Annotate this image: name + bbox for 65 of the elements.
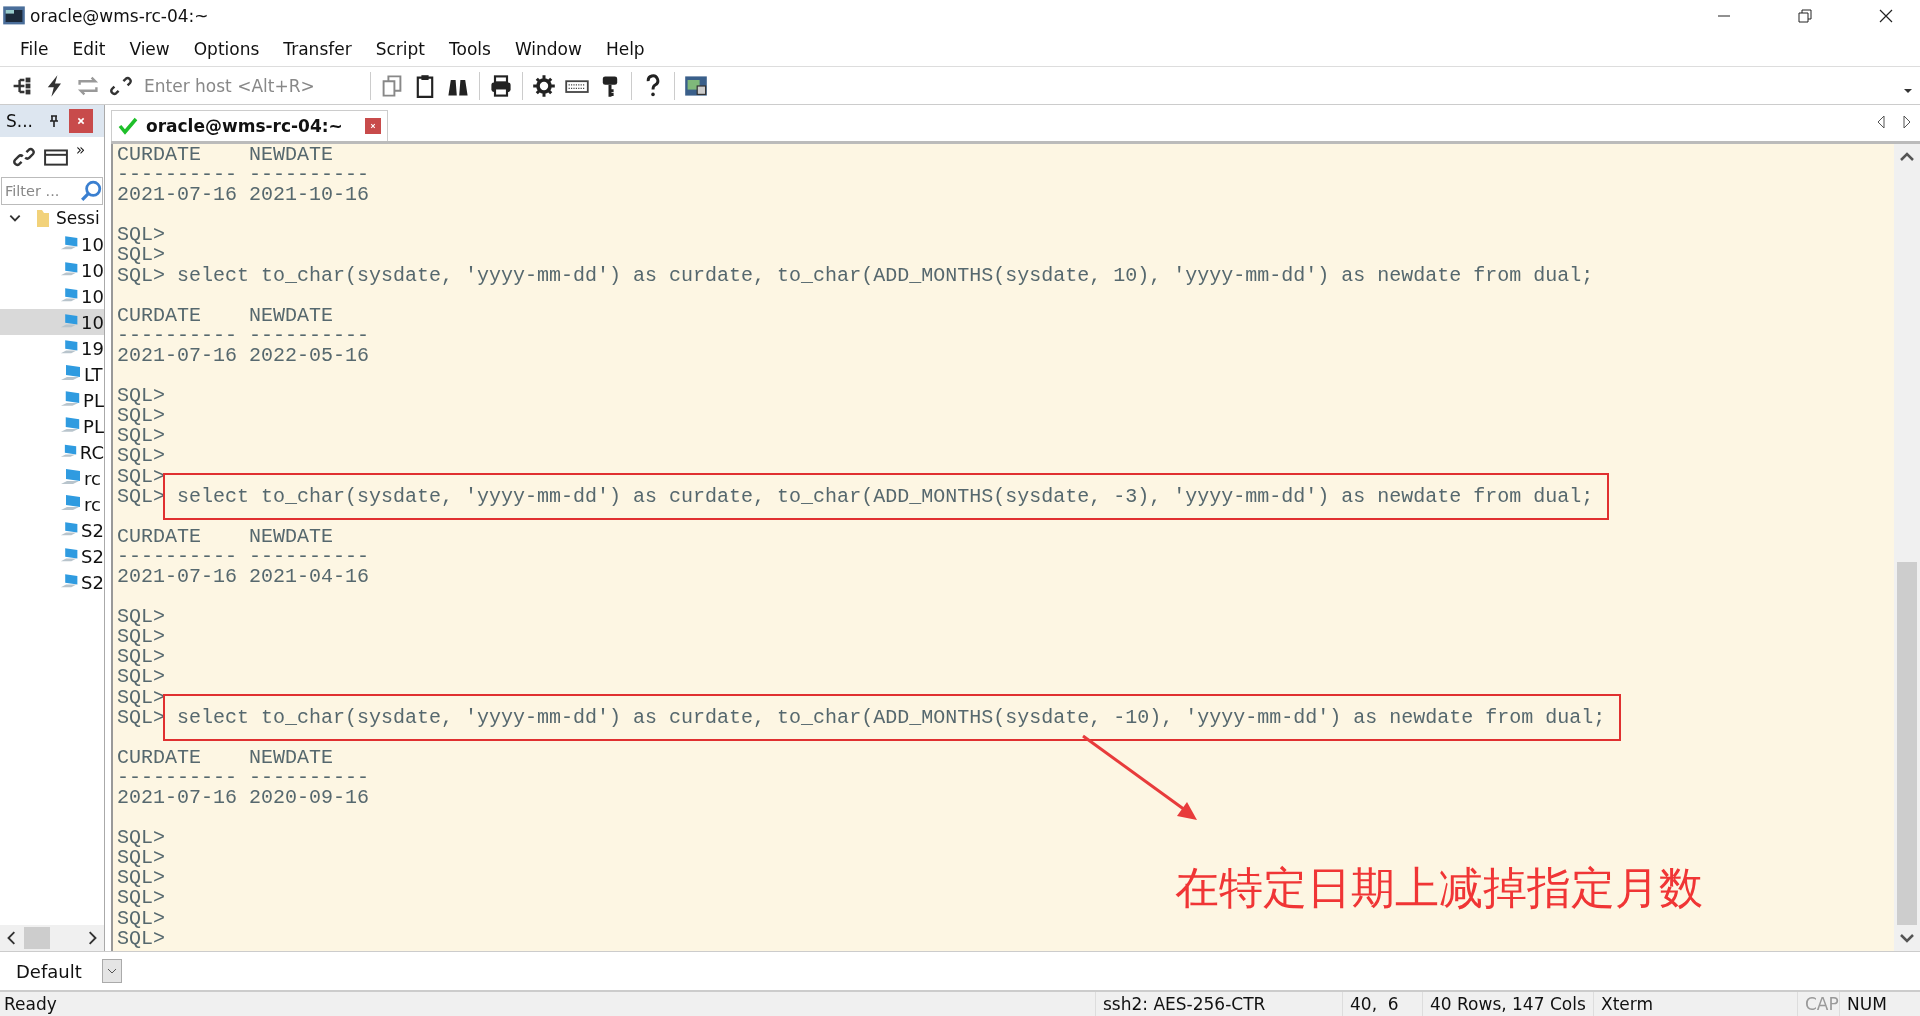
scroll-left-icon[interactable] bbox=[6, 931, 18, 945]
tab-right-icon[interactable] bbox=[1902, 115, 1912, 129]
terminal-output: 2021-07-16 2020-09-16 bbox=[117, 786, 370, 809]
tree-item[interactable]: rc bbox=[0, 491, 104, 517]
tab-left-icon[interactable] bbox=[1876, 115, 1886, 129]
session-selector[interactable]: Default bbox=[16, 960, 82, 982]
tree-item[interactable]: LT bbox=[0, 361, 104, 387]
restore-icon[interactable] bbox=[1798, 9, 1812, 23]
tree-item[interactable]: PL bbox=[0, 387, 104, 413]
tree-item[interactable]: S2 bbox=[0, 517, 104, 543]
status-item: ssh2: AES-256-CTR bbox=[1095, 992, 1342, 1016]
search-icon[interactable] bbox=[80, 180, 102, 202]
menu-item[interactable]: File bbox=[8, 39, 61, 59]
terminal-output: CURDATE NEWDATE bbox=[117, 144, 334, 166]
window-title: oracle@wms-rc-04:~ bbox=[30, 6, 209, 26]
menu-item[interactable]: Script bbox=[363, 39, 437, 59]
status-item: 40 Rows, 147 Cols bbox=[1422, 992, 1593, 1016]
status-item: Ready bbox=[3, 993, 58, 1016]
menu-item[interactable]: Tools bbox=[437, 39, 503, 59]
status-item: NUM bbox=[1839, 992, 1890, 1016]
tree-item[interactable]: 10 bbox=[0, 257, 104, 283]
filter-input[interactable]: Filter ... bbox=[2, 183, 80, 199]
status-item: 40, 6 bbox=[1342, 992, 1422, 1016]
dropdown-icon[interactable] bbox=[1904, 87, 1912, 94]
print-icon[interactable] bbox=[489, 73, 513, 98]
menu-item[interactable]: Edit bbox=[60, 39, 118, 59]
menu-item[interactable]: Options bbox=[181, 39, 272, 59]
terminal[interactable] bbox=[113, 144, 1894, 951]
scroll-down-icon[interactable] bbox=[1900, 933, 1914, 943]
settings-icon[interactable] bbox=[532, 73, 556, 98]
annotation-text: 在特定日期上减掉指定月数 bbox=[1175, 861, 1703, 915]
pin-icon[interactable] bbox=[49, 115, 59, 127]
panel-title: S... bbox=[6, 111, 33, 131]
filter-field[interactable]: Filter ... bbox=[1, 177, 103, 205]
folder-icon bbox=[36, 208, 50, 228]
tree-item[interactable]: rc bbox=[0, 465, 104, 491]
tree-item[interactable]: RC bbox=[0, 439, 104, 465]
menu-item[interactable]: View bbox=[117, 39, 182, 59]
tree-item[interactable]: 10 bbox=[0, 309, 104, 335]
tree-item[interactable]: S2 bbox=[0, 569, 104, 595]
scroll-up-icon[interactable] bbox=[1900, 152, 1914, 162]
tree-item[interactable]: 10 bbox=[0, 231, 104, 257]
menu-item[interactable]: Transfer bbox=[271, 39, 364, 59]
tree-item[interactable]: 10 bbox=[0, 283, 104, 309]
host-field[interactable]: Enter host <Alt+R> bbox=[142, 74, 361, 97]
sql-command: select to_char(sysdate, 'yyyy-mm-dd') as curdate, to_char(ADD_MONTHS(sysdate, -3), 'yyyy-mm-dd') as newdate from dual; bbox=[165, 474, 1608, 518]
tree-item[interactable]: PL bbox=[0, 413, 104, 439]
tree-item[interactable]: Sessi bbox=[56, 208, 100, 228]
link-icon[interactable] bbox=[12, 145, 36, 169]
status-item: Xterm bbox=[1593, 992, 1797, 1016]
menu-item[interactable]: Help bbox=[593, 39, 657, 59]
more-button[interactable]: » bbox=[76, 141, 86, 159]
session-tab[interactable]: oracle@wms-rc-04:~ bbox=[111, 110, 388, 141]
sql-command: select to_char(sysdate, 'yyyy-mm-dd') as curdate, to_char(ADD_MONTHS(sysdate, 10), 'yyyy-mm-dd') as newdate from dual; bbox=[177, 263, 1594, 287]
menu-item[interactable]: Window bbox=[502, 39, 594, 59]
scroll-right-icon[interactable] bbox=[86, 931, 98, 945]
scrollbar-thumb[interactable] bbox=[24, 927, 50, 949]
scrollbar-thumb[interactable] bbox=[1897, 562, 1917, 925]
sql-command: select to_char(sysdate, 'yyyy-mm-dd') as curdate, to_char(ADD_MONTHS(sysdate, -10), 'yyyy-mm-dd') as newdate from dual; bbox=[165, 695, 1620, 739]
copy-icon[interactable] bbox=[380, 73, 404, 98]
status-item: CAP bbox=[1797, 992, 1839, 1016]
tree-item[interactable]: 19 bbox=[0, 335, 104, 361]
locked-screen-icon[interactable] bbox=[684, 73, 708, 98]
close-icon[interactable] bbox=[1879, 9, 1893, 23]
tree-item[interactable]: S2 bbox=[0, 543, 104, 569]
